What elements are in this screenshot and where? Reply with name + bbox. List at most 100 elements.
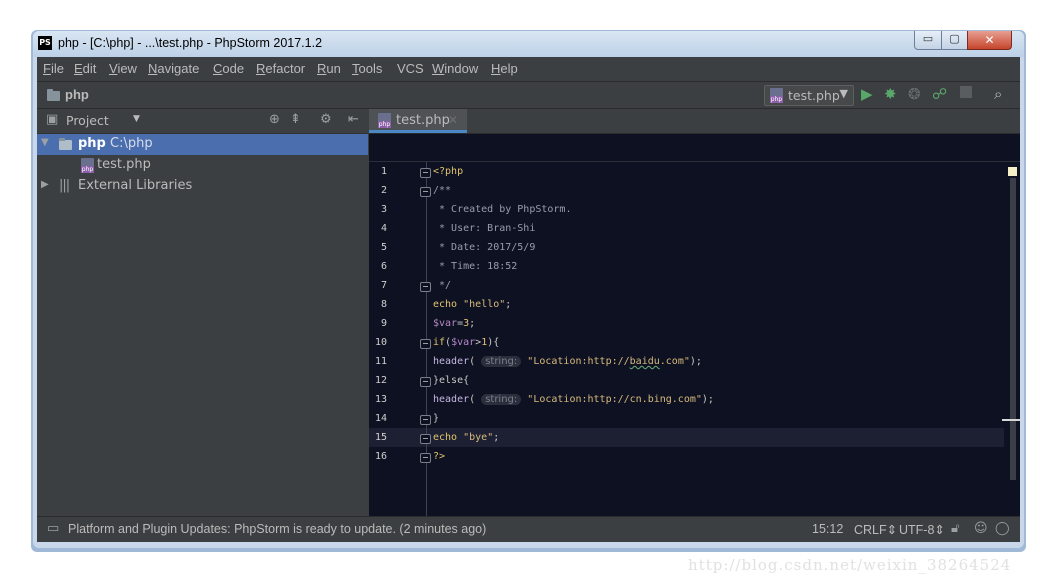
inspector-icon[interactable]: ☺ xyxy=(974,521,988,536)
fold-marker-icon[interactable] xyxy=(420,187,431,197)
fold-marker-icon[interactable] xyxy=(420,434,431,444)
fold-marker-icon[interactable] xyxy=(420,282,431,292)
menu-edit[interactable]: Edit xyxy=(74,61,96,76)
close-tab-icon[interactable]: ✕ xyxy=(448,113,458,127)
title-bar[interactable]: PS php - [C:\php] - ...\test.php - PhpSt… xyxy=(33,31,1024,57)
code-line-12: }else{ xyxy=(433,375,470,386)
fold-marker-icon[interactable] xyxy=(420,168,431,178)
line-number: 5 xyxy=(380,242,387,253)
run-config-label: test.php xyxy=(788,88,840,103)
file-encoding[interactable]: UTF-8⇕ xyxy=(899,522,945,537)
code-line-5: * Date: 2017/5/9 xyxy=(433,242,536,253)
editor-breadcrumbs xyxy=(369,134,1020,162)
menu-navigate[interactable]: Navigate xyxy=(148,61,199,76)
tree-item-label: External Libraries xyxy=(78,178,193,193)
lock-icon[interactable]: 🔓︎ xyxy=(951,521,959,536)
tool-windows-icon[interactable]: ▭ xyxy=(47,521,59,536)
hide-pane-icon[interactable]: ⇤ xyxy=(348,112,359,127)
gear-icon[interactable]: ⚙ xyxy=(320,112,332,127)
fold-marker-icon[interactable] xyxy=(420,339,431,349)
parameter-hint: string: xyxy=(481,356,522,367)
search-everywhere-icon[interactable]: ⌕ xyxy=(994,84,1002,104)
caret-marker xyxy=(1002,419,1020,421)
editor-tab-bar: php test.php ✕ xyxy=(369,109,1020,134)
code-line-16: ?> xyxy=(433,451,446,462)
run-icon[interactable]: ▶ xyxy=(861,84,873,104)
project-pane-title[interactable]: Project xyxy=(66,113,109,128)
menu-window[interactable]: Window xyxy=(432,61,478,76)
expand-arrow-icon[interactable]: ▼ xyxy=(41,137,49,148)
attach-debugger-icon[interactable]: ☍ xyxy=(932,84,947,104)
event-log-icon[interactable]: ◯ xyxy=(995,521,1010,536)
menu-refactor[interactable]: Refactor xyxy=(256,61,305,76)
menu-view[interactable]: View xyxy=(109,61,137,76)
locate-icon[interactable]: ⊕ xyxy=(269,112,280,127)
code-line-8: echo "hello"; xyxy=(433,299,512,310)
fold-marker-icon[interactable] xyxy=(420,453,431,463)
fold-marker-icon[interactable] xyxy=(420,415,431,425)
code-editor[interactable]: <?php /** * Created by PhpStorm. * User:… xyxy=(431,162,991,516)
phpstorm-app-icon: PS xyxy=(38,36,52,50)
menu-tools[interactable]: Tools xyxy=(352,61,382,76)
line-number: 2 xyxy=(380,185,387,196)
code-line-10: if($var>1){ xyxy=(433,337,500,348)
tree-item-path: C:\php xyxy=(110,136,153,151)
fold-marker-icon[interactable] xyxy=(420,377,431,387)
close-icon: ✕ xyxy=(984,33,995,47)
menu-file[interactable]: File xyxy=(43,61,64,76)
navigation-bar: php php test.php ▼ ▶ ✸ ❂ ☍ ⌕ xyxy=(37,82,1020,109)
code-line-11: header( string: "Location:http://baidu.c… xyxy=(433,356,702,367)
line-number: 9 xyxy=(380,318,387,329)
tree-item-external-libraries[interactable]: ▶ ||| External Libraries xyxy=(37,176,368,197)
line-separator[interactable]: CRLF⇕ xyxy=(854,522,897,537)
collapse-all-icon[interactable]: ⇞ xyxy=(290,112,301,127)
stop-icon[interactable] xyxy=(960,86,972,98)
tab-test-php[interactable]: php test.php ✕ xyxy=(369,109,467,133)
code-line-4: * User: Bran-Shi xyxy=(433,223,536,234)
tree-item-label: php xyxy=(78,136,106,151)
line-number: 12 xyxy=(374,375,387,386)
close-button[interactable]: ✕ xyxy=(967,31,1012,50)
menu-help[interactable]: Help xyxy=(491,61,518,76)
editor-scrollbar[interactable] xyxy=(1002,162,1020,516)
menu-run[interactable]: Run xyxy=(317,61,341,76)
code-line-6: * Time: 18:52 xyxy=(433,261,518,272)
minimize-button[interactable]: ▭ xyxy=(914,31,942,50)
coverage-icon[interactable]: ❂ xyxy=(908,84,921,104)
menu-vcs[interactable]: VCS xyxy=(397,61,424,76)
chevron-down-icon[interactable]: ▼ xyxy=(133,114,140,124)
code-line-9: $var=3; xyxy=(433,318,476,329)
line-number: 16 xyxy=(374,451,387,462)
window-title: php - [C:\php] - ...\test.php - PhpStorm… xyxy=(58,36,323,50)
menu-bar: File Edit View Navigate Code Refactor Ru… xyxy=(37,57,1020,82)
scrollbar-track[interactable] xyxy=(1010,178,1016,480)
status-message[interactable]: Platform and Plugin Updates: PhpStorm is… xyxy=(68,522,486,536)
inspection-status-icon[interactable] xyxy=(1008,167,1017,176)
tree-item-test-php[interactable]: php test.php xyxy=(37,155,368,176)
collapse-arrow-icon[interactable]: ▶ xyxy=(41,179,49,190)
line-number: 11 xyxy=(374,356,387,367)
library-icon: ||| xyxy=(59,178,70,193)
code-line-15: echo "bye"; xyxy=(433,432,500,443)
line-number: 10 xyxy=(374,337,387,348)
line-number: 3 xyxy=(380,204,387,215)
tree-item-php-root[interactable]: ▼ php C:\php xyxy=(37,134,368,155)
line-number: 15 xyxy=(374,432,387,443)
line-number: 13 xyxy=(374,394,387,405)
caret-position[interactable]: 15:12 xyxy=(812,522,843,536)
code-line-14: } xyxy=(433,413,440,424)
chevron-down-icon: ▼ xyxy=(839,87,848,100)
project-pane-header: ▣ Project ▼ ⊕ ⇞ ⚙ ⇤ xyxy=(37,109,368,134)
debug-icon[interactable]: ✸ xyxy=(884,84,897,104)
line-number: 6 xyxy=(380,261,387,272)
line-number: 4 xyxy=(380,223,387,234)
code-line-3: * Created by PhpStorm. xyxy=(433,204,572,215)
tree-item-label: test.php xyxy=(97,157,151,172)
maximize-button[interactable]: ▢ xyxy=(941,31,968,50)
menu-code[interactable]: Code xyxy=(213,61,244,76)
php-file-icon: php xyxy=(378,113,391,128)
run-config-select[interactable]: php test.php ▼ xyxy=(764,85,854,106)
nav-project-crumb[interactable]: php xyxy=(65,87,89,102)
parameter-hint: string: xyxy=(481,394,522,405)
code-line-13: header( string: "Location:http://cn.bing… xyxy=(433,394,714,405)
